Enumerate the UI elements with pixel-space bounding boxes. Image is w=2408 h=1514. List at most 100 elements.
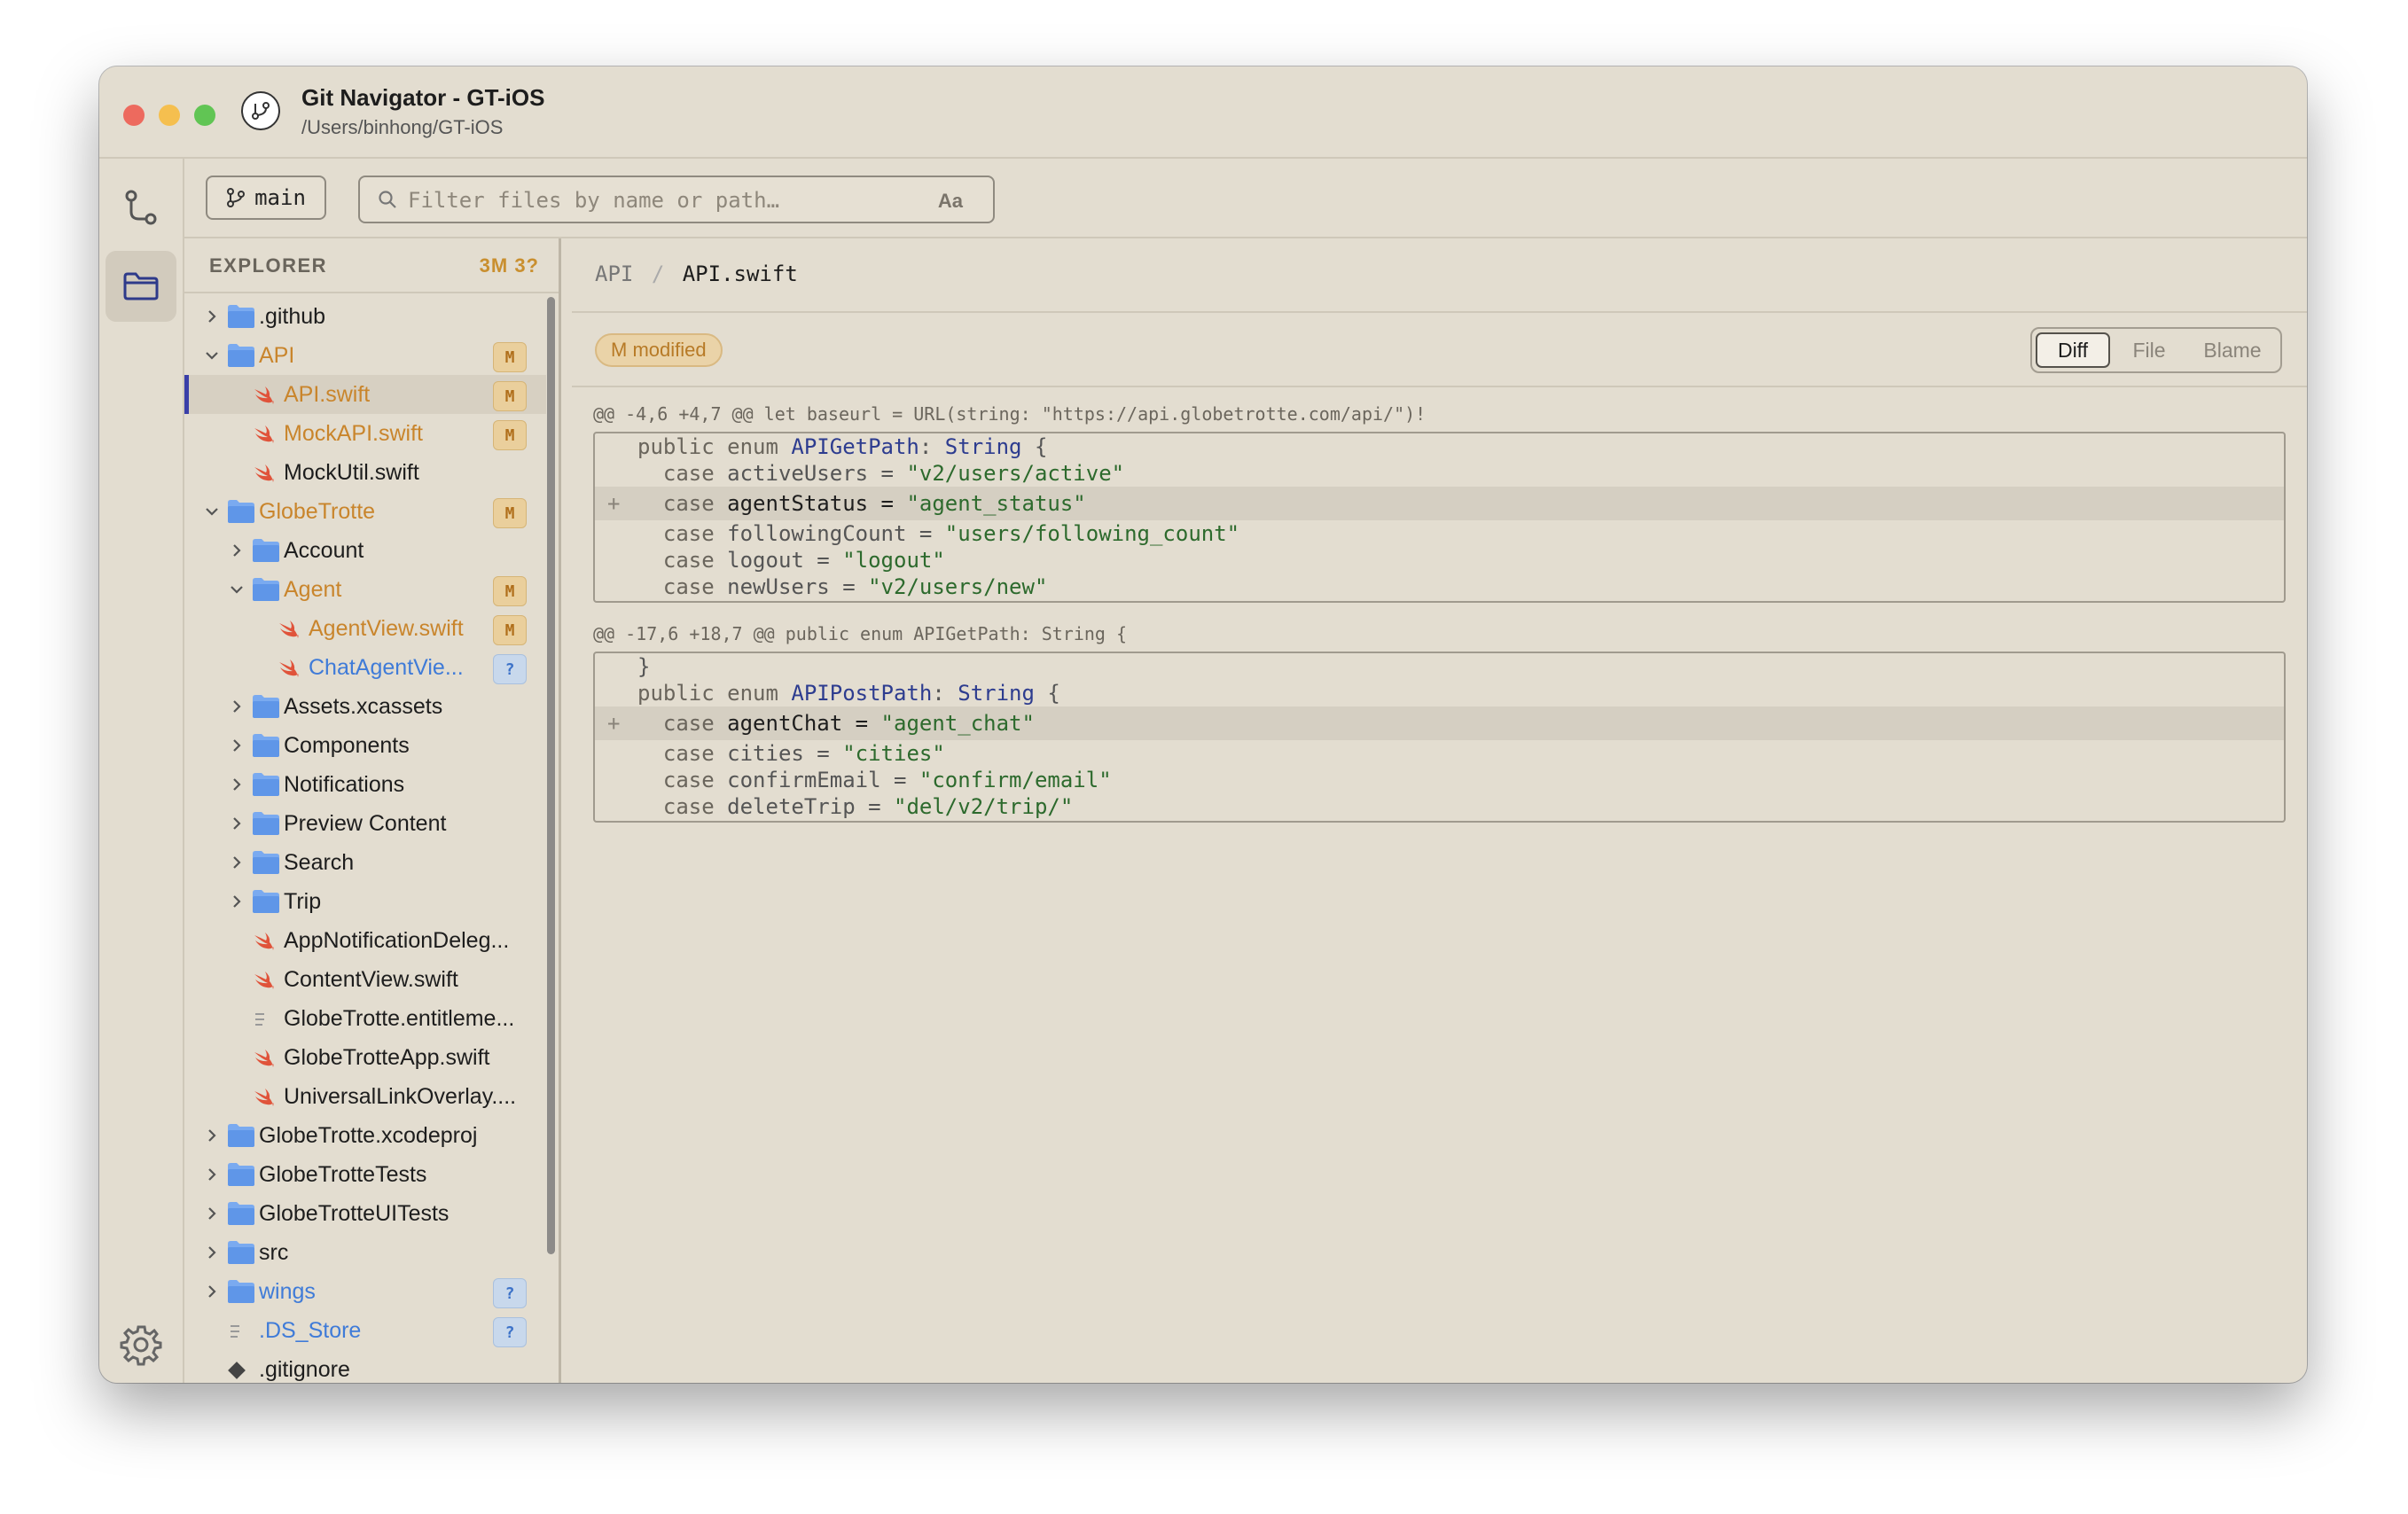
tree-item-label: ChatAgentVie... <box>309 655 464 680</box>
tree-item-label: AgentView.swift <box>309 616 464 641</box>
context-line: case activeUsers = "v2/users/active" <box>595 460 2284 487</box>
tree-item-label: Preview Content <box>284 811 447 836</box>
tree-item-label: GlobeTrotteTests <box>259 1162 427 1187</box>
folder-icon <box>228 1202 254 1225</box>
file-filter-input[interactable] <box>406 184 906 216</box>
file-row[interactable]: AgentView.swift M <box>184 609 546 648</box>
chevron-right-icon[interactable] <box>227 541 246 560</box>
folder-row[interactable]: GlobeTrotte.xcodeproj <box>184 1116 546 1155</box>
tree-item-label: API.swift <box>284 382 371 407</box>
swift-file-icon <box>254 972 274 989</box>
chevron-right-icon[interactable] <box>227 697 246 716</box>
chevron-down-icon[interactable] <box>202 346 222 365</box>
file-row[interactable]: GlobeTrotteApp.swift <box>184 1038 546 1077</box>
tree-item-label: Search <box>284 850 355 875</box>
folder-row[interactable]: Notifications <box>184 765 546 804</box>
folder-row[interactable]: GlobeTrotteUITests <box>184 1194 546 1233</box>
branch-name: main <box>254 185 306 210</box>
search-icon <box>379 191 396 208</box>
text-file-icon <box>231 1325 239 1338</box>
modified-badge: M <box>493 615 527 645</box>
tree-item-label: ContentView.swift <box>284 967 458 992</box>
chevron-right-icon[interactable] <box>227 853 246 872</box>
folder-row[interactable]: Agent M <box>184 570 546 609</box>
file-row[interactable]: ContentView.swift <box>184 960 546 999</box>
folder-row[interactable]: wings? <box>184 1272 546 1311</box>
file-row[interactable]: API.swift M <box>184 375 546 414</box>
file-row[interactable]: MockUtil.swift <box>184 453 546 492</box>
explorer-button[interactable] <box>106 251 176 322</box>
breadcrumb-file: API.swift <box>682 261 798 286</box>
chevron-right-icon[interactable] <box>227 814 246 833</box>
folder-row[interactable]: Assets.xcassets <box>184 687 546 726</box>
folder-icon <box>228 1241 254 1264</box>
tree-item-label: GlobeTrotte <box>259 499 376 524</box>
chevron-right-icon[interactable] <box>227 892 246 911</box>
folder-icon <box>228 1163 254 1186</box>
tree-item-label: .gitignore <box>259 1357 350 1382</box>
file-row[interactable]: ChatAgentVie...? <box>184 648 546 687</box>
context-line: case newUsers = "v2/users/new" <box>595 574 2284 600</box>
match-case-toggle[interactable]: Aa <box>938 190 963 213</box>
folder-row[interactable]: Preview Content <box>184 804 546 843</box>
diff-hunk: public enum APIGetPath: String { case ac… <box>593 432 2286 603</box>
chevron-right-icon[interactable] <box>202 1126 222 1145</box>
code-text: case newUsers = "v2/users/new" <box>637 574 1048 599</box>
git-branch-icon <box>125 190 157 225</box>
untracked-badge: ? <box>493 654 527 684</box>
file-row[interactable]: .DS_Store? <box>184 1311 546 1350</box>
git-file-icon <box>228 1362 246 1379</box>
chevron-down-icon[interactable] <box>202 502 222 521</box>
swift-file-icon <box>254 464 274 482</box>
chevron-right-icon[interactable] <box>227 775 246 794</box>
folder-row[interactable]: GlobeTrotte M <box>184 492 546 531</box>
close-window-button[interactable] <box>123 105 145 126</box>
added-marker: + <box>607 491 621 516</box>
explorer-header: EXPLORER 3M 3? <box>184 238 559 293</box>
file-row[interactable]: MockAPI.swift M <box>184 414 546 453</box>
file-filter[interactable]: Aa <box>358 176 995 223</box>
tree-item-label: Notifications <box>284 772 405 797</box>
chevron-right-icon[interactable] <box>202 1243 222 1262</box>
folder-row[interactable]: Trip <box>184 882 546 921</box>
code-text: public enum APIPostPath: String { <box>637 681 1060 706</box>
file-tab[interactable]: File <box>2112 332 2186 368</box>
diff-tab[interactable]: Diff <box>2036 332 2110 368</box>
folder-row[interactable]: Account <box>184 531 546 570</box>
context-line: case confirmEmail = "confirm/email" <box>595 767 2284 793</box>
explorer-scrollbar[interactable] <box>547 297 555 1254</box>
folder-icon <box>228 1124 254 1147</box>
chevron-right-icon[interactable] <box>227 736 246 755</box>
app-window: Git Navigator - GT-iOS /Users/binhong/GT… <box>99 66 2307 1383</box>
chevron-right-icon[interactable] <box>202 1204 222 1223</box>
branch-selector[interactable]: main <box>206 176 326 220</box>
modified-badge: M <box>493 498 527 528</box>
chevron-right-icon[interactable] <box>202 1282 222 1301</box>
source-control-button[interactable] <box>106 173 176 244</box>
folder-row[interactable]: GlobeTrotteTests <box>184 1155 546 1194</box>
activity-bar <box>99 159 184 1383</box>
breadcrumb-folder[interactable]: API <box>595 261 633 286</box>
folder-row[interactable]: src <box>184 1233 546 1272</box>
folder-row[interactable]: API M <box>184 336 546 375</box>
folder-row[interactable]: Components <box>184 726 546 765</box>
tree-item-label: AppNotificationDeleg... <box>284 928 510 953</box>
chevron-down-icon[interactable] <box>227 580 246 599</box>
blame-tab[interactable]: Blame <box>2188 332 2277 368</box>
file-row[interactable]: AppNotificationDeleg... <box>184 921 546 960</box>
folder-row[interactable]: Search <box>184 843 546 882</box>
file-row[interactable]: UniversalLinkOverlay.... <box>184 1077 546 1116</box>
zoom-window-button[interactable] <box>194 105 215 126</box>
code-text: case agentChat = "agent_chat" <box>637 711 1035 736</box>
divider <box>572 311 2307 313</box>
folder-row[interactable]: .github <box>184 297 546 336</box>
settings-button[interactable] <box>106 1309 176 1380</box>
untracked-badge: ? <box>493 1278 527 1308</box>
code-text: case confirmEmail = "confirm/email" <box>637 768 1112 792</box>
minimize-window-button[interactable] <box>159 105 180 126</box>
chevron-right-icon[interactable] <box>202 307 222 326</box>
modified-badge: M <box>493 576 527 606</box>
chevron-right-icon[interactable] <box>202 1165 222 1184</box>
file-row[interactable]: .gitignore <box>184 1350 546 1383</box>
file-row[interactable]: GlobeTrotte.entitleme... <box>184 999 546 1038</box>
